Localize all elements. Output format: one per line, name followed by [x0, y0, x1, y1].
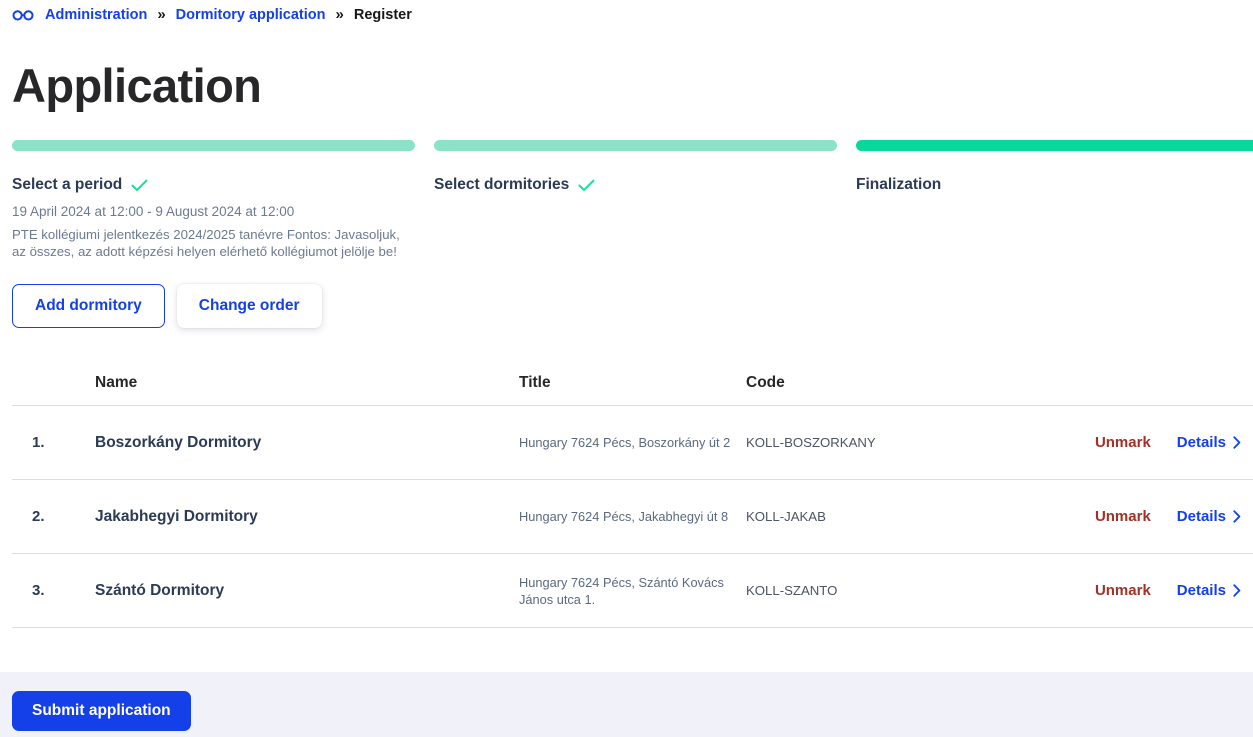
- step-date-range: 19 April 2024 at 12:00 - 9 August 2024 a…: [12, 203, 415, 220]
- step-progress-bar: [434, 140, 837, 151]
- page-title: Application: [12, 58, 261, 114]
- add-dormitory-button[interactable]: Add dormitory: [12, 284, 165, 328]
- submit-application-button[interactable]: Submit application: [12, 691, 191, 731]
- details-label: Details: [1177, 434, 1226, 451]
- unmark-link[interactable]: Unmark: [1095, 434, 1151, 451]
- column-header-name: Name: [95, 374, 519, 392]
- step-header: Finalization: [856, 176, 1253, 194]
- breadcrumb-item-administration[interactable]: Administration: [45, 7, 147, 23]
- details-label: Details: [1177, 508, 1226, 525]
- chevron-right-icon: [1233, 510, 1241, 523]
- check-icon: [578, 179, 595, 192]
- table-row: 2. Jakabhegyi Dormitory Hungary 7624 Péc…: [12, 480, 1253, 554]
- change-order-button[interactable]: Change order: [177, 284, 322, 328]
- step-select-dormitories[interactable]: Select dormitories: [434, 140, 837, 260]
- details-label: Details: [1177, 582, 1226, 599]
- table-row: 3. Szántó Dormitory Hungary 7624 Pécs, S…: [12, 554, 1253, 628]
- dormitory-toolbar: Add dormitory Change order: [12, 284, 322, 328]
- details-link[interactable]: Details: [1177, 582, 1241, 599]
- step-description: PTE kollégiumi jelentkezés 2024/2025 tan…: [12, 226, 412, 260]
- details-link[interactable]: Details: [1177, 508, 1241, 525]
- row-actions: Unmark Details: [1066, 582, 1253, 599]
- step-label: Select a period: [12, 176, 122, 194]
- chevron-right-icon: [1233, 436, 1241, 449]
- row-actions: Unmark Details: [1066, 508, 1253, 525]
- row-name: Jakabhegyi Dormitory: [95, 508, 519, 526]
- column-header-code: Code: [746, 374, 1066, 392]
- chevron-right-icon: [1233, 584, 1241, 597]
- step-header: Select dormitories: [434, 176, 837, 194]
- row-name: Szántó Dormitory: [95, 582, 519, 600]
- stepper: Select a period 19 April 2024 at 12:00 -…: [12, 140, 1253, 260]
- table-row: 1. Boszorkány Dormitory Hungary 7624 Péc…: [12, 406, 1253, 480]
- footer-bar: Submit application: [0, 672, 1253, 737]
- row-name: Boszorkány Dormitory: [95, 434, 519, 452]
- breadcrumb-item-dormitory-application[interactable]: Dormitory application: [176, 7, 326, 23]
- row-index: 3.: [12, 582, 95, 599]
- application-page: Administration » Dormitory application »…: [0, 0, 1253, 737]
- row-title: Hungary 7624 Pécs, Boszorkány út 2: [519, 434, 746, 451]
- step-finalization[interactable]: Finalization: [856, 140, 1253, 260]
- table-header-row: Name Title Code: [12, 360, 1253, 406]
- row-code: KOLL-BOSZORKANY: [746, 435, 1066, 450]
- unmark-link[interactable]: Unmark: [1095, 508, 1151, 525]
- row-actions: Unmark Details: [1066, 434, 1253, 451]
- step-header: Select a period: [12, 176, 415, 194]
- glasses-icon: [12, 8, 34, 22]
- dormitory-table: Name Title Code 1. Boszorkány Dormitory …: [12, 360, 1253, 628]
- step-label: Select dormitories: [434, 176, 569, 194]
- check-icon: [131, 179, 148, 192]
- row-index: 1.: [12, 434, 95, 451]
- details-link[interactable]: Details: [1177, 434, 1241, 451]
- breadcrumb-item-register: Register: [354, 7, 412, 23]
- breadcrumb-separator: »: [335, 6, 345, 23]
- breadcrumb: Administration » Dormitory application »…: [12, 6, 412, 23]
- row-title: Hungary 7624 Pécs, Szántó Kovács János u…: [519, 574, 746, 608]
- step-progress-bar: [12, 140, 415, 151]
- breadcrumb-separator: »: [156, 6, 166, 23]
- row-code: KOLL-SZANTO: [746, 583, 1066, 598]
- row-index: 2.: [12, 508, 95, 525]
- unmark-link[interactable]: Unmark: [1095, 582, 1151, 599]
- step-select-a-period[interactable]: Select a period 19 April 2024 at 12:00 -…: [12, 140, 415, 260]
- step-label: Finalization: [856, 176, 941, 194]
- row-code: KOLL-JAKAB: [746, 509, 1066, 524]
- column-header-title: Title: [519, 374, 746, 391]
- row-title: Hungary 7624 Pécs, Jakabhegyi út 8: [519, 508, 746, 525]
- step-progress-bar: [856, 140, 1253, 151]
